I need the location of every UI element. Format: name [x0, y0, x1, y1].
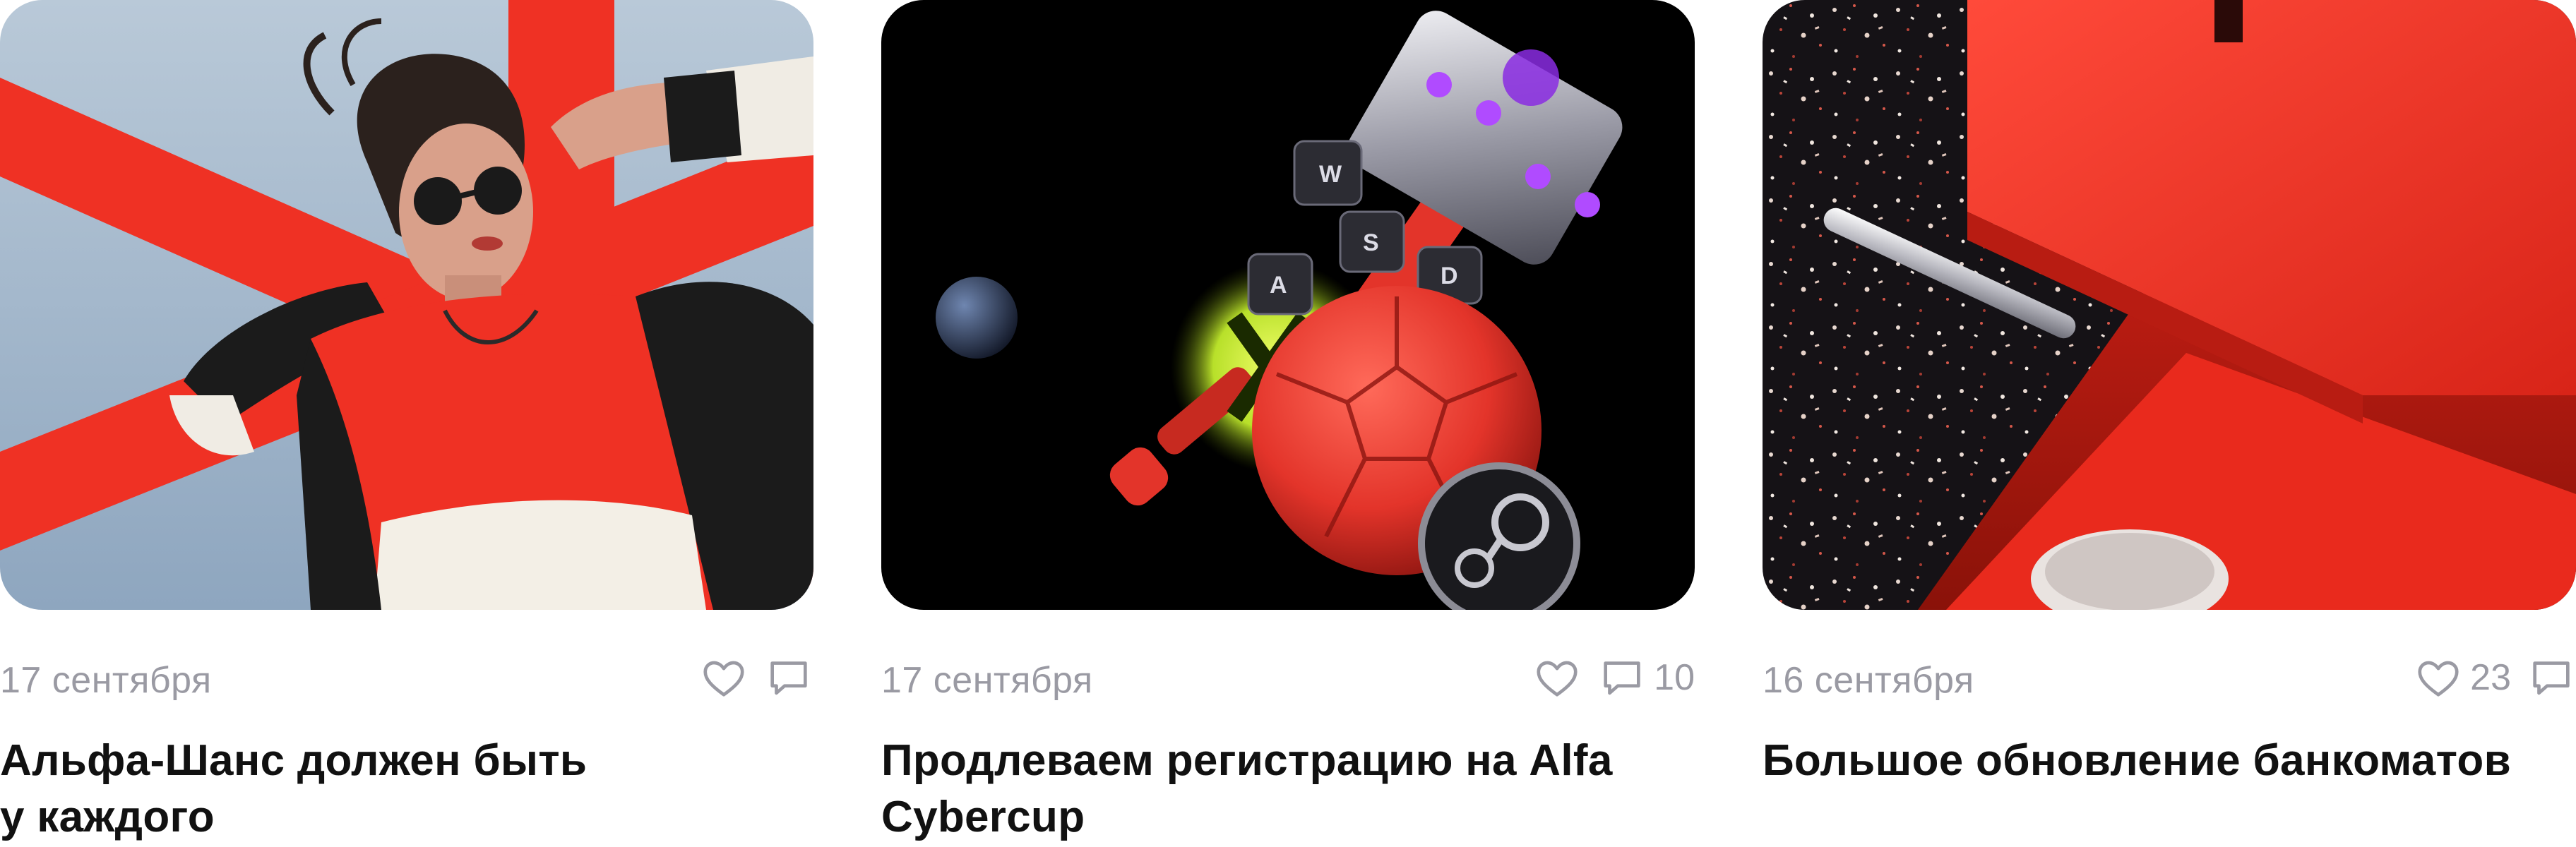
article-image-illustration: W A S D — [881, 0, 1695, 610]
comment-button[interactable] — [764, 653, 813, 702]
like-button[interactable] — [1532, 653, 1582, 702]
article-meta: 17 сентября 10 — [881, 649, 1695, 713]
comment-count: 10 — [1654, 657, 1695, 698]
article-title-line: Cybercup — [881, 793, 1085, 841]
heart-icon — [1537, 661, 1578, 697]
svg-text:D: D — [1441, 263, 1458, 289]
article-card[interactable]: 17 сентября Альфа-Шанс должен быть у каж… — [0, 0, 813, 847]
article-meta: 16 сентября 23 — [1763, 649, 2576, 713]
article-card[interactable]: W A S D 17 сентября 10 Продлеваем регист… — [881, 0, 1695, 847]
article-image-illustration — [1763, 0, 2576, 610]
article-image[interactable]: W A S D — [881, 0, 1695, 610]
article-meta: 17 сентября — [0, 649, 813, 713]
like-button[interactable]: 23 — [2414, 653, 2511, 702]
article-image[interactable] — [0, 0, 813, 610]
article-image-illustration — [0, 0, 813, 610]
article-title[interactable]: Продлеваем регистрацию на Alfa Cybercup — [881, 733, 1695, 846]
article-title-line: у каждого — [0, 793, 215, 841]
article-date: 17 сентября — [881, 660, 1093, 701]
comment-button[interactable] — [2527, 653, 2576, 702]
svg-text:A: A — [1270, 272, 1287, 299]
svg-text:S: S — [1363, 229, 1379, 256]
article-title-line: Продлеваем регистрацию на Alfa — [881, 736, 1613, 785]
comment-icon — [2533, 661, 2570, 695]
comment-icon — [1604, 661, 1640, 695]
article-actions — [699, 649, 813, 706]
like-count: 23 — [2470, 657, 2511, 698]
article-title[interactable]: Большое обновление банкоматов — [1763, 733, 2576, 789]
article-title[interactable]: Альфа-Шанс должен быть у каждого — [0, 733, 813, 846]
article-actions: 23 — [2414, 649, 2576, 706]
article-actions: 10 — [1532, 649, 1695, 706]
heart-icon — [2418, 661, 2459, 697]
article-card[interactable]: 16 сентября 23 Большое обновление банком… — [1763, 0, 2576, 847]
article-date: 17 сентября — [0, 660, 212, 701]
svg-text:W: W — [1319, 161, 1342, 188]
heart-icon — [703, 661, 744, 697]
article-image[interactable] — [1763, 0, 2576, 610]
comment-button[interactable]: 10 — [1597, 653, 1695, 702]
like-button[interactable] — [699, 653, 749, 702]
comment-icon — [770, 661, 807, 695]
article-date: 16 сентября — [1763, 660, 1974, 701]
article-card-list: 17 сентября Альфа-Шанс должен быть у каж… — [0, 0, 2576, 847]
article-title-line: Альфа-Шанс должен быть — [0, 736, 588, 785]
article-title-line: Большое обновление банкоматов — [1763, 736, 2512, 785]
